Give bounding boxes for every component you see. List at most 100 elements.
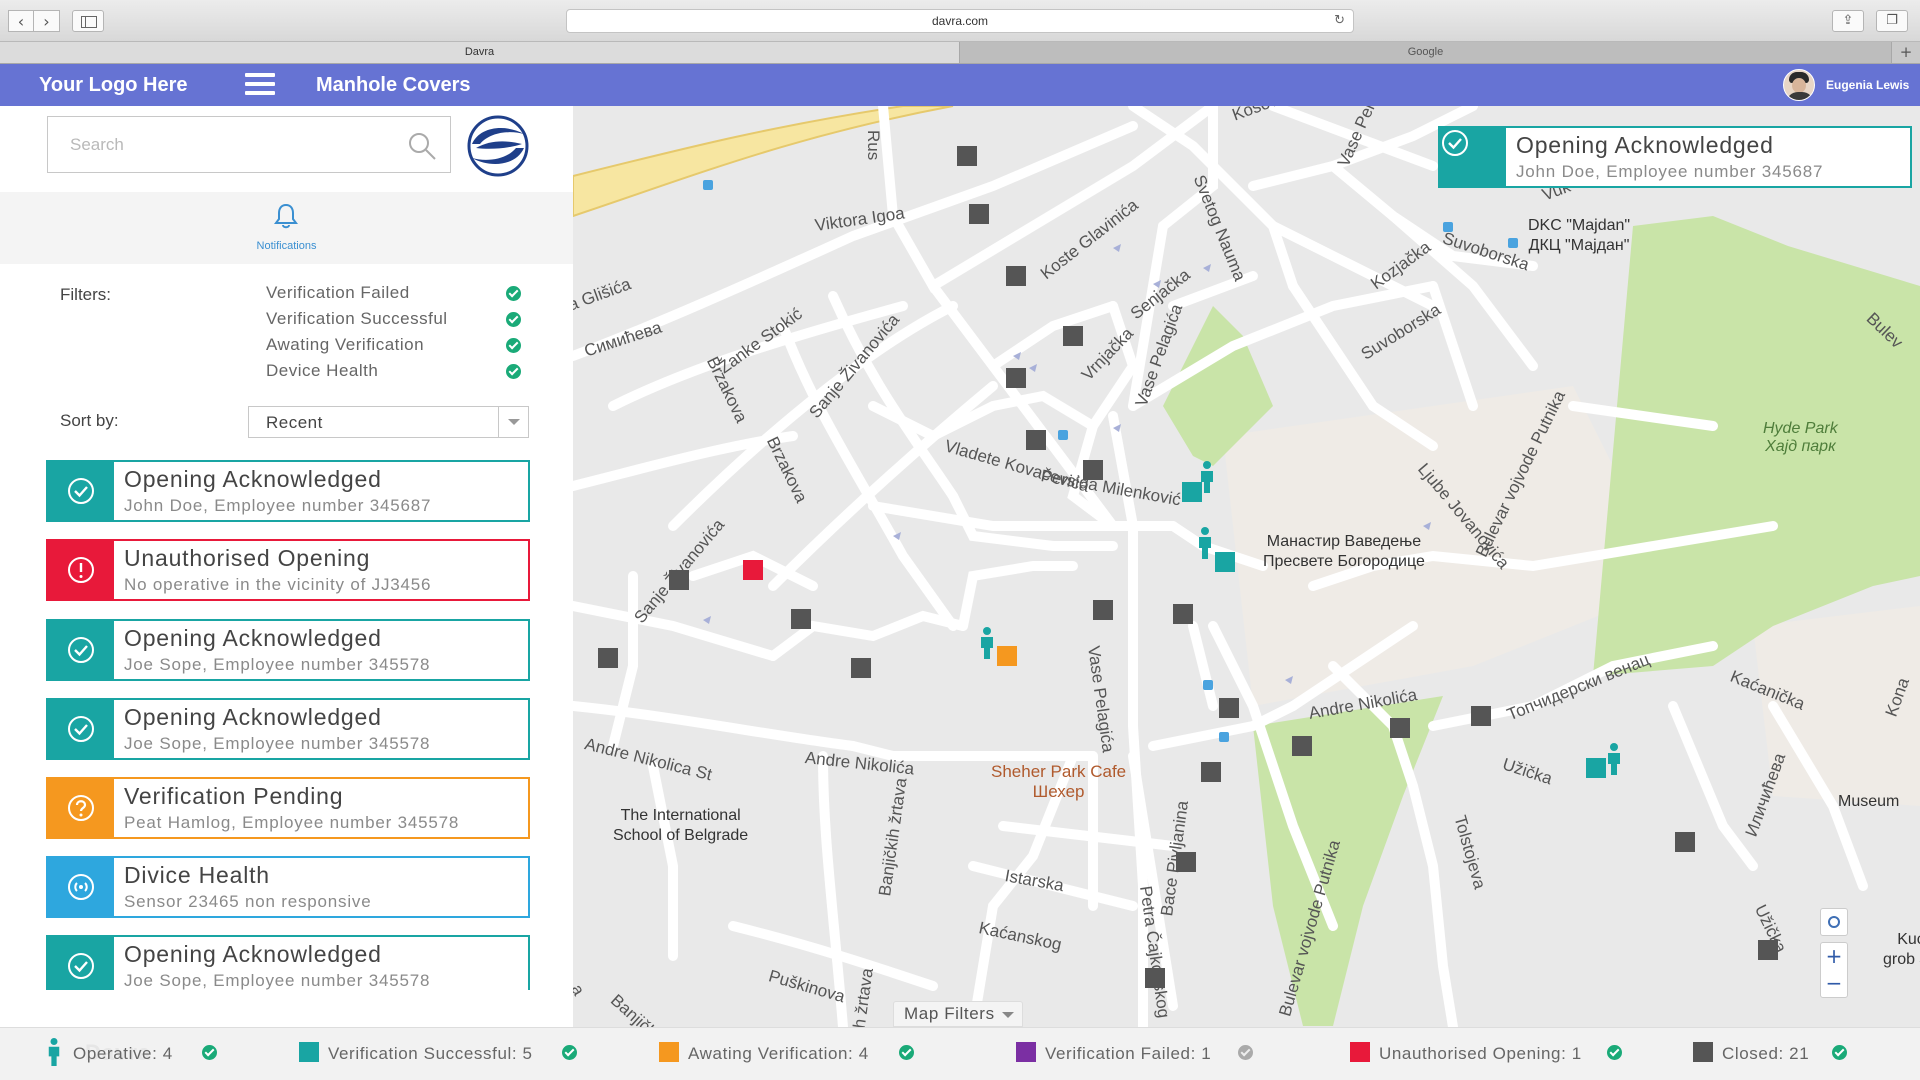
check-icon[interactable] <box>506 286 521 301</box>
map-view[interactable]: Viktora Igoa Koste Glavinića Senjačka Sv… <box>573 106 1920 1027</box>
legend-verification-successful: Verification Successful: 5 <box>328 1044 533 1063</box>
notification-title: Unauthorised Opening <box>124 545 371 571</box>
filter-label: Verification Successful <box>266 309 448 328</box>
add-tab-button[interactable]: + <box>1892 42 1920 63</box>
marker-closed[interactable] <box>1471 706 1491 726</box>
forward-icon[interactable]: › <box>34 10 60 32</box>
check-icon[interactable] <box>562 1045 577 1060</box>
marker-success[interactable] <box>1586 758 1606 778</box>
tab-notifications-label: Notifications <box>256 240 317 252</box>
marker-closed[interactable] <box>1026 430 1046 450</box>
legend-swatch <box>1693 1042 1713 1062</box>
marker-closed[interactable] <box>969 204 989 224</box>
poi-label: Museum <box>1838 793 1900 810</box>
browser-tab-google[interactable]: Google <box>960 42 1892 63</box>
avatar[interactable] <box>1783 69 1815 101</box>
marker-closed[interactable] <box>1758 940 1778 960</box>
marker-closed[interactable] <box>1006 368 1026 388</box>
person-icon[interactable] <box>1606 742 1622 776</box>
notification-card[interactable]: Verification Pending Peat Hamlog, Employ… <box>46 777 530 839</box>
marker-closed[interactable] <box>1201 762 1221 782</box>
street-label: Rus <box>864 130 883 161</box>
check-icon[interactable] <box>506 312 521 327</box>
notification-card[interactable]: Opening Acknowledged Joe Sope, Employee … <box>46 935 530 990</box>
notification-icon-box <box>48 621 114 679</box>
url-bar[interactable]: davra.com ↻ <box>566 9 1354 33</box>
person-icon[interactable] <box>1197 526 1213 560</box>
marker-closed[interactable] <box>1083 460 1103 480</box>
sidebar: Notifications Filters: Verification Fail… <box>0 106 573 1027</box>
notification-card[interactable]: Unauthorised Opening No operative in the… <box>46 539 530 601</box>
marker-closed[interactable] <box>791 609 811 629</box>
map-filters-button[interactable]: Map Filters <box>893 1001 1023 1027</box>
reload-icon[interactable]: ↻ <box>1334 10 1345 32</box>
user-name[interactable]: Eugenia Lewis <box>1826 78 1909 92</box>
person-icon[interactable] <box>1199 460 1215 494</box>
filter-verification-failed[interactable]: Verification Failed <box>266 283 526 305</box>
check-icon[interactable] <box>202 1045 217 1060</box>
legend-verification-failed: Verification Failed: 1 <box>1045 1044 1212 1063</box>
share-icon[interactable]: ⇪ <box>1832 10 1864 32</box>
chevron-down-icon[interactable] <box>498 407 528 437</box>
legend-swatch <box>659 1042 679 1062</box>
check-icon[interactable] <box>1832 1045 1847 1060</box>
notification-list[interactable]: Opening Acknowledged John Doe, Employee … <box>46 460 530 990</box>
marker-closed[interactable] <box>1390 718 1410 738</box>
filter-awaiting-verification[interactable]: Awating Verification <box>266 335 526 357</box>
marker-closed[interactable] <box>851 658 871 678</box>
person-icon[interactable] <box>979 626 995 660</box>
notification-card[interactable]: Opening Acknowledged Joe Sope, Employee … <box>46 619 530 681</box>
marker-unauthorised[interactable] <box>743 560 763 580</box>
browser-nav-buttons: ‹ › <box>8 10 60 32</box>
notification-icon-box <box>48 541 114 599</box>
sidebar-toggle-icon[interactable] <box>72 10 104 32</box>
tab-overview-icon[interactable]: ❐ <box>1876 10 1908 32</box>
marker-closed[interactable] <box>1063 326 1083 346</box>
search-box <box>47 116 451 173</box>
hamburger-menu-icon[interactable] <box>245 73 275 97</box>
marker-closed[interactable] <box>957 146 977 166</box>
person-icon <box>48 1038 60 1066</box>
marker-pending[interactable] <box>997 646 1017 666</box>
check-icon[interactable] <box>506 338 521 353</box>
marker-closed[interactable] <box>1093 600 1113 620</box>
search-input[interactable] <box>70 133 390 157</box>
app-logo[interactable]: Your Logo Here <box>39 74 188 97</box>
marker-closed[interactable] <box>1292 736 1312 756</box>
notification-subtitle: Peat Hamlog, Employee number 345578 <box>124 813 460 832</box>
map-notification-popup[interactable]: Opening Acknowledged John Doe, Employee … <box>1438 126 1912 188</box>
zoom-out-button[interactable]: − <box>1821 970 1847 997</box>
marker-closed[interactable] <box>1006 266 1026 286</box>
marker-success[interactable] <box>1215 552 1235 572</box>
back-icon[interactable]: ‹ <box>8 10 34 32</box>
search-icon[interactable] <box>407 131 437 161</box>
marker-closed[interactable] <box>598 648 618 668</box>
locate-icon[interactable] <box>1820 908 1848 936</box>
marker-closed[interactable] <box>1173 604 1193 624</box>
marker-closed[interactable] <box>1176 852 1196 872</box>
check-icon[interactable] <box>1607 1045 1622 1060</box>
browser-tab-davra[interactable]: Davra <box>0 42 960 63</box>
sort-select[interactable]: Recent <box>248 406 529 438</box>
legend-closed: Closed: 21 <box>1722 1044 1810 1063</box>
cafe-label: Sheher Park Cafe Шехер <box>991 762 1127 801</box>
marker-closed[interactable] <box>1675 832 1695 852</box>
notification-subtitle: John Doe, Employee number 345687 <box>124 496 432 515</box>
notification-card[interactable]: Divice Health Sensor 23465 non responsiv… <box>46 856 530 918</box>
tab-notifications[interactable]: Notifications <box>0 192 573 264</box>
zoom-control: + − <box>1820 942 1848 998</box>
marker-closed[interactable] <box>1145 968 1165 988</box>
zoom-in-button[interactable]: + <box>1821 943 1847 970</box>
marker-closed[interactable] <box>1219 698 1239 718</box>
notification-card[interactable]: Opening Acknowledged John Doe, Employee … <box>46 460 530 522</box>
check-icon[interactable] <box>899 1045 914 1060</box>
filter-verification-successful[interactable]: Verification Successful <box>266 309 526 331</box>
notification-title: Opening Acknowledged <box>124 625 382 651</box>
notification-card[interactable]: Opening Acknowledged Joe Sope, Employee … <box>46 698 530 760</box>
marker-closed[interactable] <box>669 570 689 590</box>
check-circle-icon <box>68 716 94 742</box>
check-icon[interactable] <box>1238 1045 1253 1060</box>
filter-device-health[interactable]: Device Health <box>266 361 526 383</box>
check-circle-icon <box>68 637 94 663</box>
check-icon[interactable] <box>506 364 521 379</box>
